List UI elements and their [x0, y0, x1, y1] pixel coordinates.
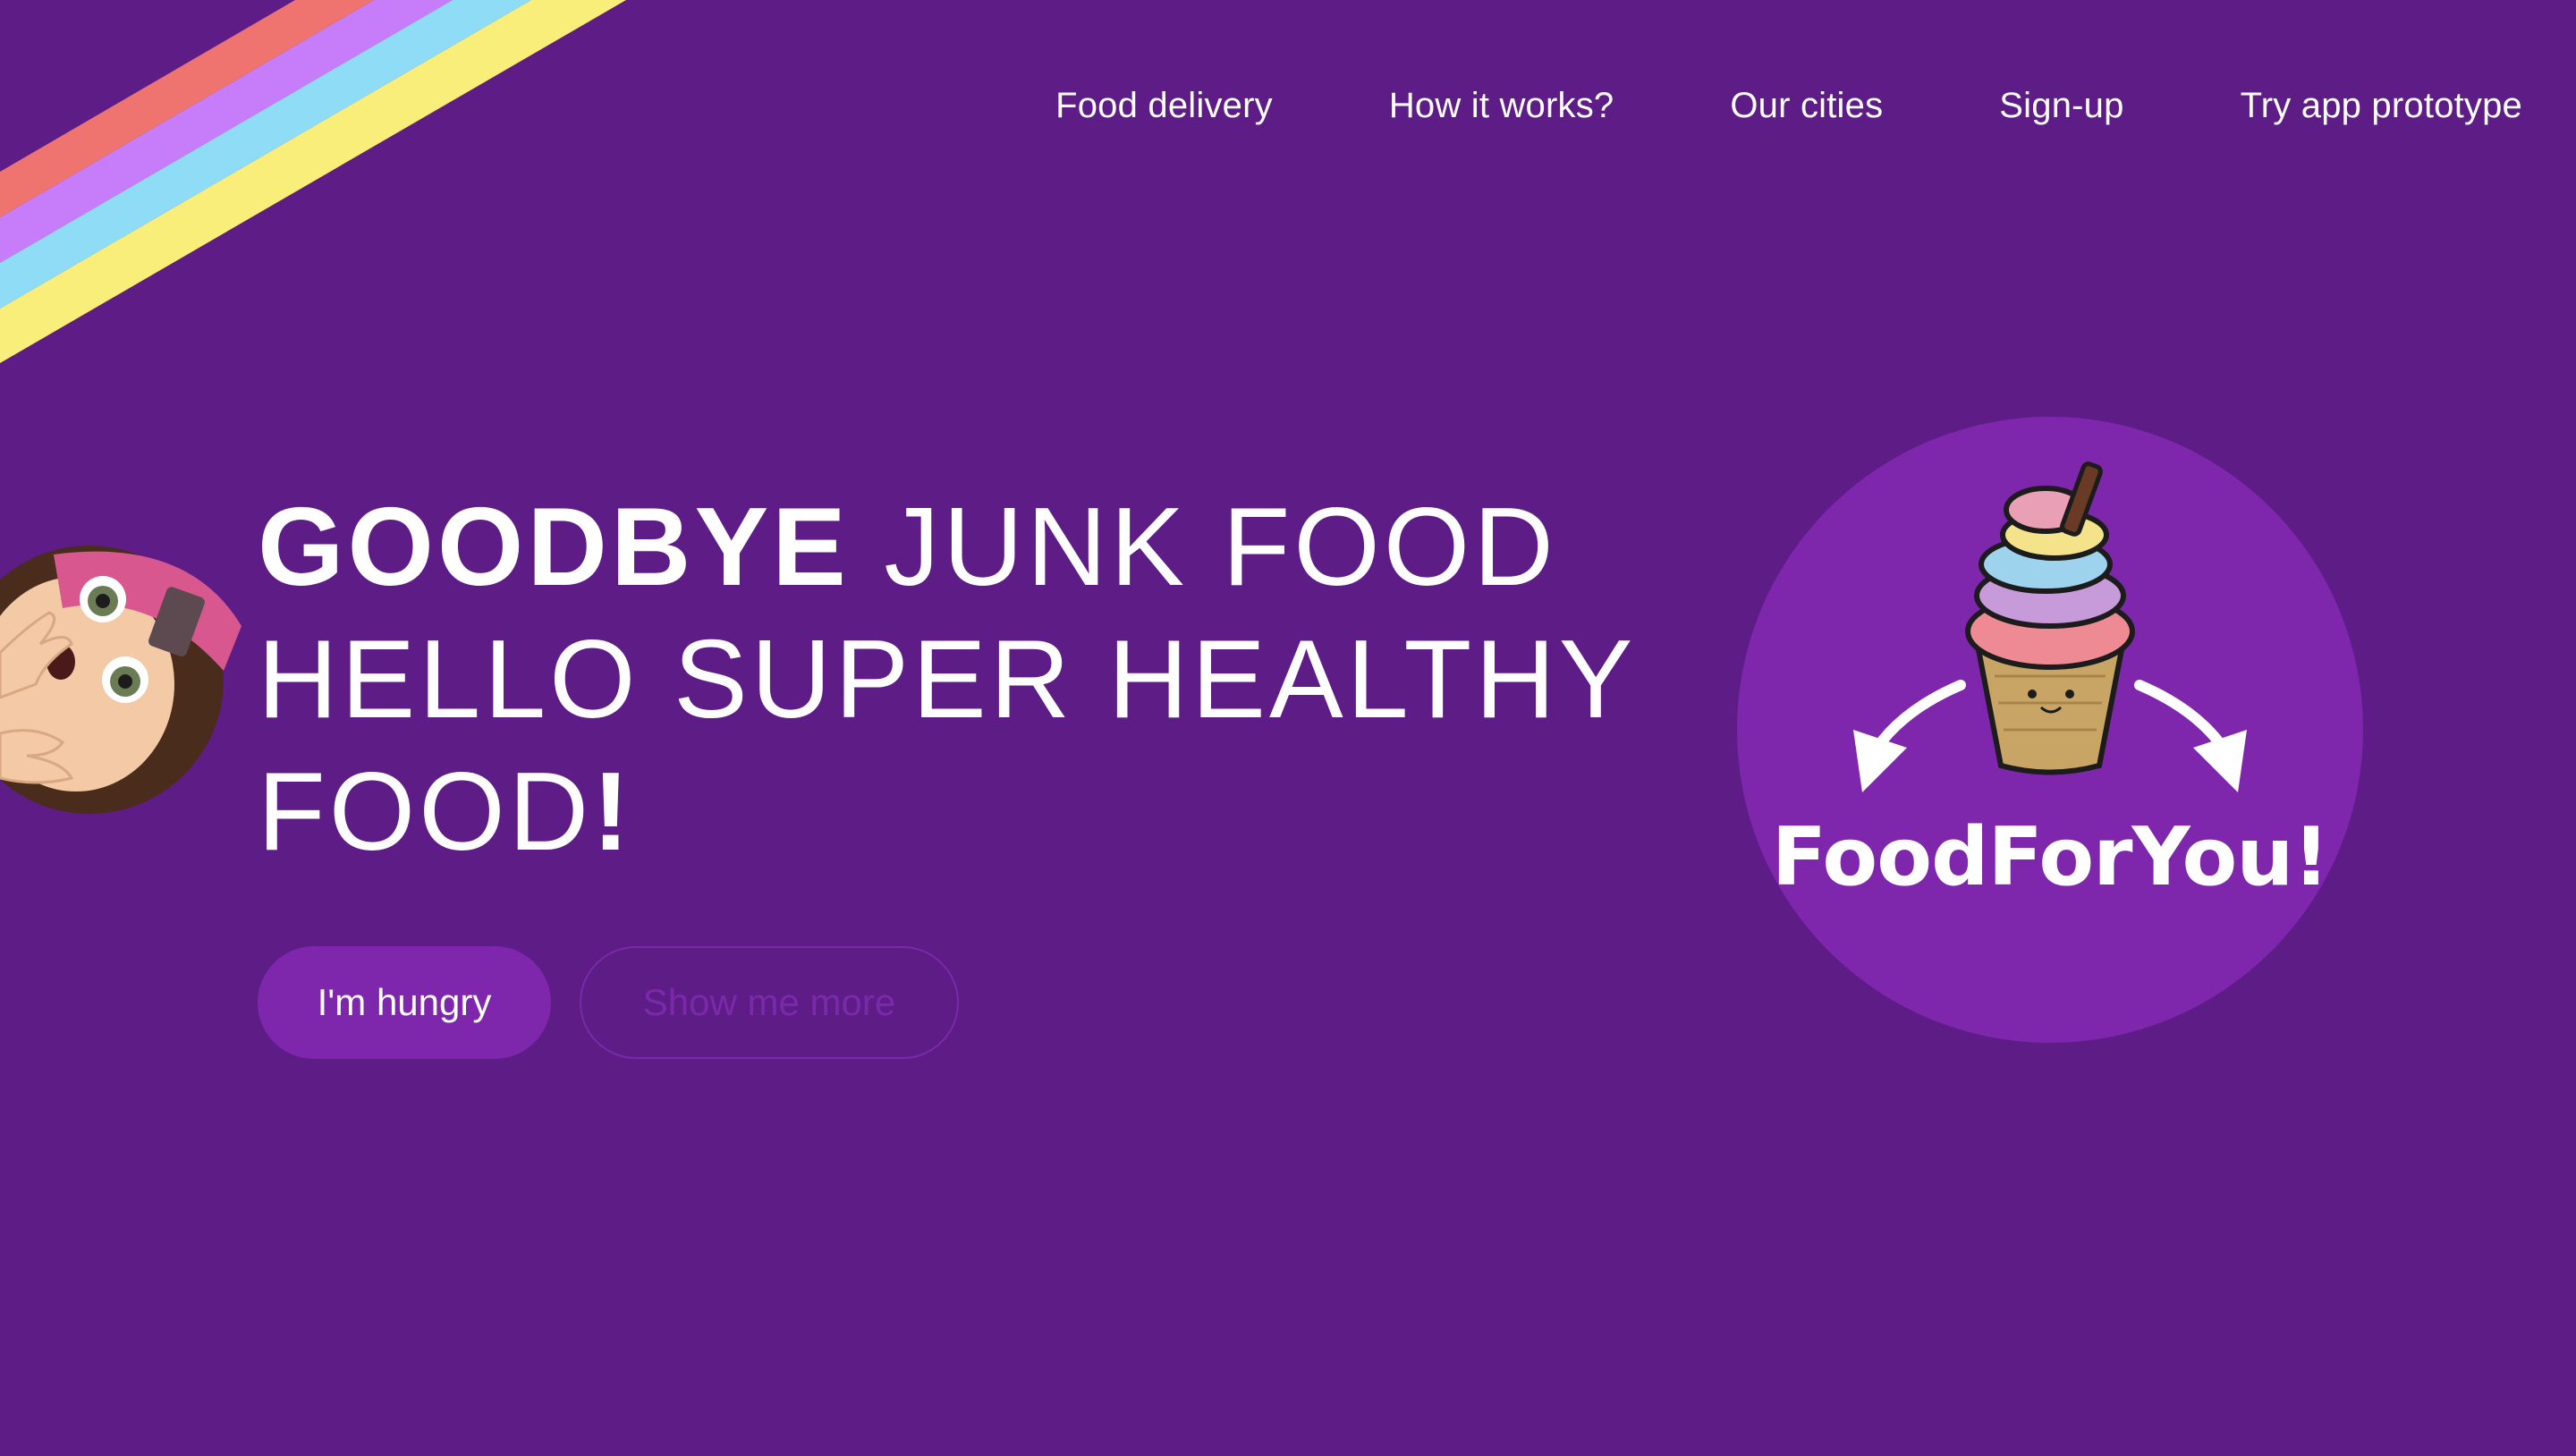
girl-avatar-icon — [0, 528, 250, 814]
nav-try-app-prototype[interactable]: Try app prototype — [2241, 86, 2522, 126]
headline-word-food: FOOD — [258, 750, 593, 874]
headline-line-1: GOODBYE JUNK FOOD — [258, 481, 1636, 614]
headline-strong-word: GOODBYE — [258, 486, 850, 609]
nav-our-cities[interactable]: Our cities — [1730, 86, 1883, 126]
foodforyou-logo: FoodForYou! — [1737, 417, 2363, 1043]
rainbow-stripes-decoration — [0, 0, 626, 367]
headline-line-2: HELLO SUPER HEALTHY — [258, 618, 1637, 741]
top-nav: Food delivery How it works? Our cities S… — [1055, 86, 2522, 126]
headline-line-3: FOOD! — [258, 746, 1636, 878]
show-me-more-button[interactable]: Show me more — [580, 946, 959, 1059]
im-hungry-button[interactable]: I'm hungry — [258, 946, 551, 1059]
logo-text: FoodForYou! — [1771, 810, 2330, 904]
hero-headline: GOODBYE JUNK FOOD HELLO SUPER HEALTHY FO… — [258, 481, 1636, 878]
nav-food-delivery[interactable]: Food delivery — [1055, 86, 1273, 126]
ice-cream-icon — [1853, 461, 2247, 792]
headline-exclaim: ! — [592, 750, 633, 874]
nav-how-it-works[interactable]: How it works? — [1389, 86, 1614, 126]
nav-sign-up[interactable]: Sign-up — [1999, 86, 2123, 126]
headline-rest-1: JUNK FOOD — [849, 486, 1557, 609]
